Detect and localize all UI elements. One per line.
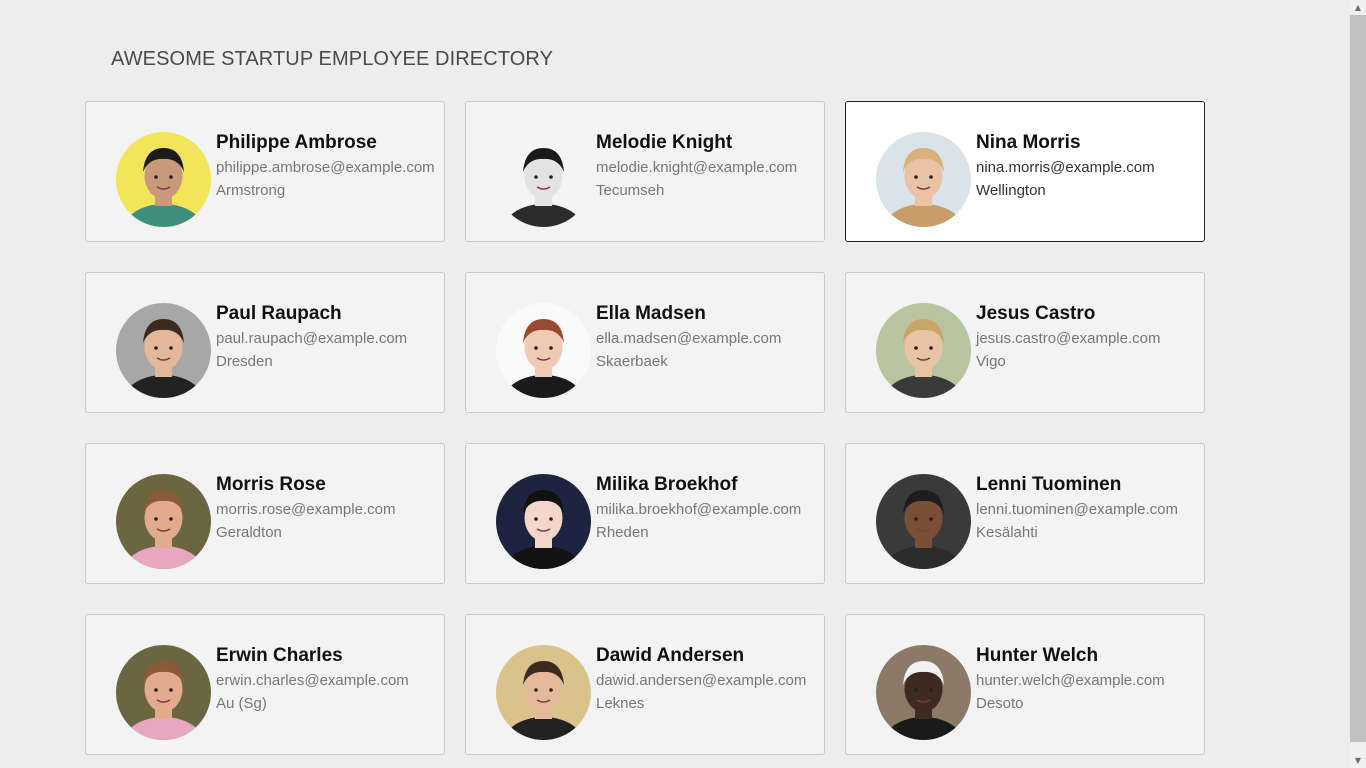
employee-info: Jesus Castro jesus.castro@example.com Vigo: [976, 303, 1201, 371]
employee-info: Dawid Andersen dawid.andersen@example.com…: [596, 645, 821, 713]
scroll-up-arrow-icon[interactable]: ▲: [1350, 0, 1366, 15]
employee-info: Nina Morris nina.morris@example.com Wellin…: [976, 132, 1201, 200]
employee-email: morris.rose@example.com: [216, 501, 396, 518]
employee-email: philippe.ambrose@example.com: [216, 159, 435, 176]
employee-email: jesus.castro@example.com: [976, 330, 1161, 347]
employee-card[interactable]: Erwin Charles erwin.charles@example.com Au…: [85, 614, 445, 755]
employee-card[interactable]: Morris Rose morris.rose@example.com Gerald…: [85, 443, 445, 584]
employee-email: ella.madsen@example.com: [596, 330, 782, 347]
employee-card[interactable]: Lenni Tuominen lenni.tuominen@example.com…: [845, 443, 1205, 584]
avatar: [116, 303, 211, 398]
employee-city: Geraldton: [216, 524, 282, 541]
employee-email: melodie.knight@example.com: [596, 159, 798, 176]
employee-card[interactable]: Philippe Ambrose philippe.ambrose@example…: [85, 101, 445, 242]
employee-name: Morris Rose: [216, 474, 326, 495]
employee-card[interactable]: Hunter Welch hunter.welch@example.com Deso…: [845, 614, 1205, 755]
avatar: [116, 645, 211, 740]
avatar: [496, 645, 591, 740]
employee-email: dawid.andersen@example.com: [596, 672, 807, 689]
directory-page: AWESOME STARTUP EMPLOYEE DIRECTORY Phili…: [0, 0, 1366, 768]
employee-card[interactable]: Melodie Knight melodie.knight@example.com…: [465, 101, 825, 242]
employee-info: Lenni Tuominen lenni.tuominen@example.com…: [976, 474, 1201, 542]
employee-name: Paul Raupach: [216, 303, 342, 324]
employee-city: Tecumseh: [596, 182, 665, 199]
employee-name: Philippe Ambrose: [216, 132, 377, 153]
employee-city: Rheden: [596, 524, 649, 541]
employee-name: Erwin Charles: [216, 645, 343, 666]
employee-city: Skaerbaek: [596, 353, 668, 370]
employee-info: Hunter Welch hunter.welch@example.com Deso…: [976, 645, 1201, 713]
employee-info: Milika Broekhof milika.broekhof@example.c…: [596, 474, 821, 542]
employee-city: Dresden: [216, 353, 273, 370]
employee-email: hunter.welch@example.com: [976, 672, 1165, 689]
employee-name: Ella Madsen: [596, 303, 706, 324]
scroll-down-arrow-icon[interactable]: ▼: [1350, 753, 1366, 768]
employee-card[interactable]: Jesus Castro jesus.castro@example.com Vigo: [845, 272, 1205, 413]
employee-name: Dawid Andersen: [596, 645, 745, 666]
avatar: [496, 474, 591, 569]
employee-card[interactable]: Milika Broekhof milika.broekhof@example.c…: [465, 443, 825, 584]
employee-city: Wellington: [976, 182, 1046, 199]
employee-info: Erwin Charles erwin.charles@example.com Au…: [216, 645, 441, 713]
employee-email: paul.raupach@example.com: [216, 330, 408, 347]
employee-email: lenni.tuominen@example.com: [976, 501, 1178, 518]
employee-name: Nina Morris: [976, 132, 1081, 153]
page-title: AWESOME STARTUP EMPLOYEE DIRECTORY: [111, 48, 554, 70]
employee-grid: Philippe Ambrose philippe.ambrose@example…: [85, 101, 1205, 755]
employee-info: Morris Rose morris.rose@example.com Gerald…: [216, 474, 441, 542]
employee-info: Paul Raupach paul.raupach@example.com Dres…: [216, 303, 441, 371]
employee-name: Milika Broekhof: [596, 474, 738, 495]
scrollbar-thumb[interactable]: [1350, 15, 1366, 742]
avatar: [496, 132, 591, 227]
avatar: [876, 645, 971, 740]
employee-name: Jesus Castro: [976, 303, 1096, 324]
vertical-scrollbar[interactable]: ▲ ▼: [1350, 0, 1366, 768]
employee-name: Melodie Knight: [596, 132, 733, 153]
avatar: [876, 132, 971, 227]
employee-card[interactable]: Ella Madsen ella.madsen@example.com Skaerb…: [465, 272, 825, 413]
employee-info: Ella Madsen ella.madsen@example.com Skaerb…: [596, 303, 821, 371]
employee-info: Melodie Knight melodie.knight@example.com…: [596, 132, 821, 200]
employee-city: Au (Sg): [216, 695, 267, 712]
employee-card[interactable]: Dawid Andersen dawid.andersen@example.com…: [465, 614, 825, 755]
avatar: [116, 132, 211, 227]
employee-email: erwin.charles@example.com: [216, 672, 409, 689]
employee-city: Vigo: [976, 353, 1006, 370]
employee-name: Hunter Welch: [976, 645, 1099, 666]
employee-city: Leknes: [596, 695, 645, 712]
avatar: [876, 474, 971, 569]
employee-city: Kesälahti: [976, 524, 1038, 541]
employee-city: Desoto: [976, 695, 1024, 712]
avatar: [876, 303, 971, 398]
avatar: [116, 474, 211, 569]
employee-email: milika.broekhof@example.com: [596, 501, 802, 518]
employee-card[interactable]: Nina Morris nina.morris@example.com Wellin…: [845, 101, 1205, 242]
employee-card[interactable]: Paul Raupach paul.raupach@example.com Dres…: [85, 272, 445, 413]
employee-city: Armstrong: [216, 182, 286, 199]
employee-email: nina.morris@example.com: [976, 159, 1155, 176]
employee-name: Lenni Tuominen: [976, 474, 1122, 495]
avatar: [496, 303, 591, 398]
employee-info: Philippe Ambrose philippe.ambrose@example…: [216, 132, 441, 200]
